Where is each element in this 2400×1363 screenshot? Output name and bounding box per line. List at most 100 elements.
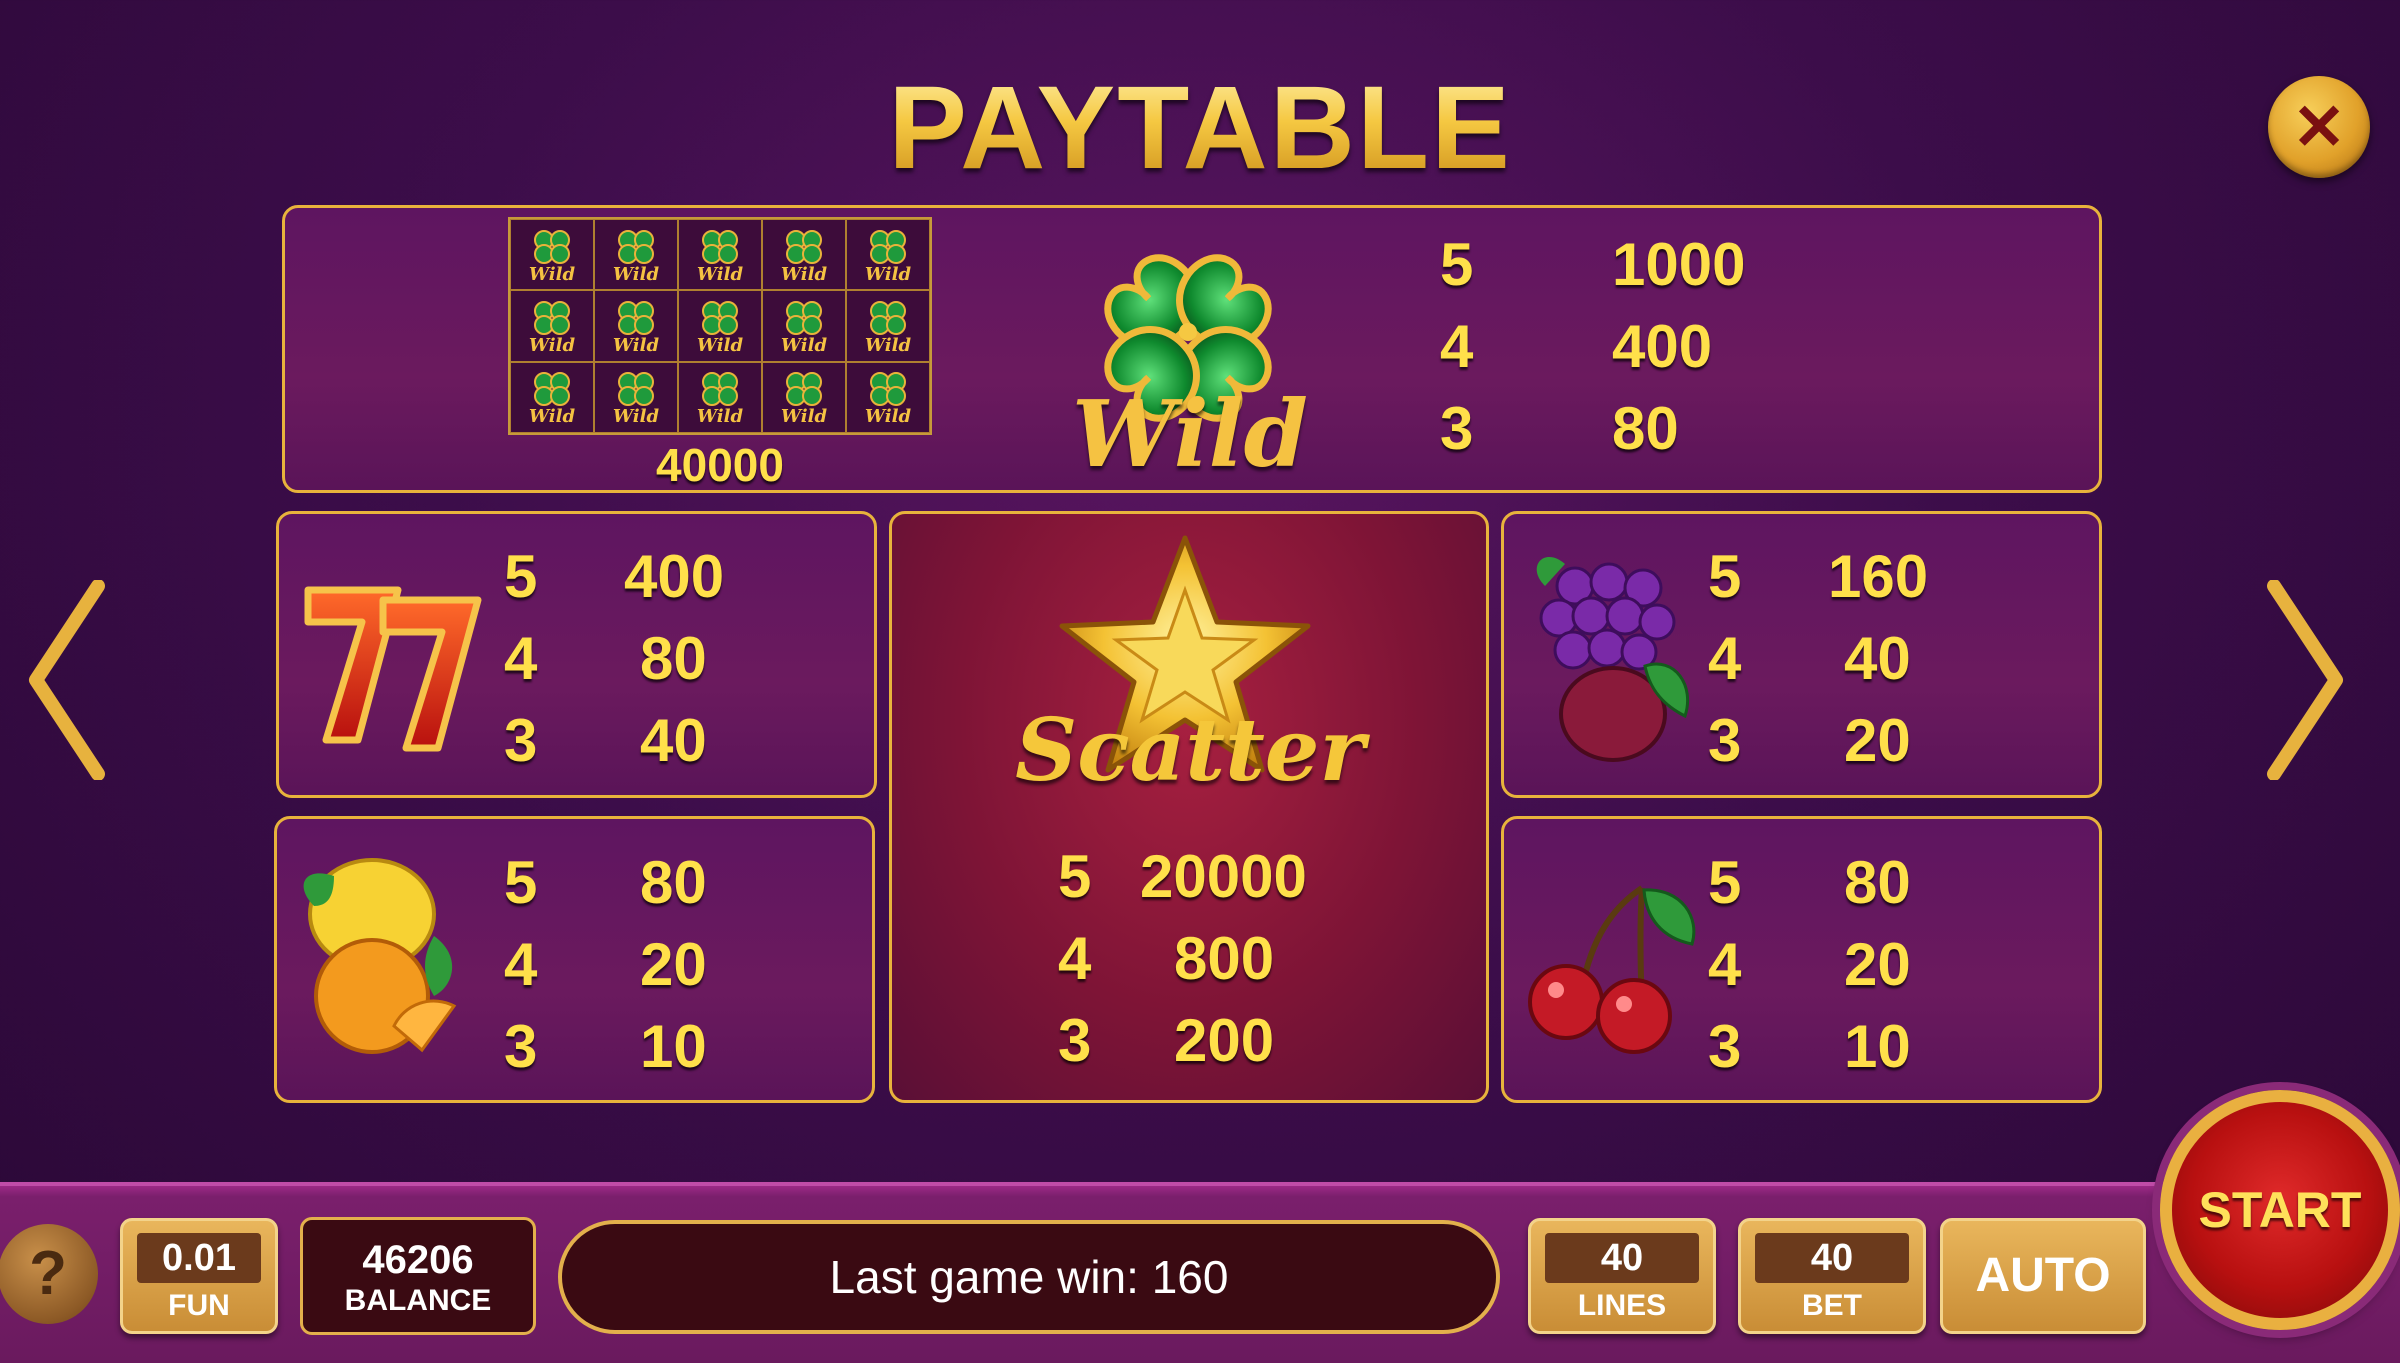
mini-wild-clover-icon: Wild [781, 300, 828, 356]
citrus-count-3: 3 [504, 1013, 538, 1080]
previous-page-arrow-icon[interactable] [26, 580, 106, 780]
seven-count-5: 5 [504, 543, 538, 610]
cherry-count-4: 4 [1708, 931, 1742, 998]
mini-wild-clover-icon: Wild [865, 229, 912, 285]
wild-label: Wild [1072, 380, 1308, 488]
bet-value: 40 [1755, 1233, 1909, 1283]
scatter-value-4: 800 [1174, 925, 1275, 992]
mini-wild-cell: Wild [678, 219, 762, 291]
mini-wild-cell: Wild [846, 290, 930, 362]
mini-wild-clover-icon: Wild [781, 372, 828, 427]
mini-wild-label: Wild [865, 406, 912, 427]
seven-value-3: 40 [640, 707, 707, 774]
mini-wild-label: Wild [781, 406, 828, 427]
next-page-arrow-icon[interactable] [2266, 580, 2346, 780]
mini-wild-label: Wild [781, 335, 828, 356]
cherry-icon [1528, 885, 1696, 1054]
scatter-count-4: 4 [1058, 925, 1092, 992]
cherry-value-4: 20 [1844, 931, 1911, 998]
mini-wild-clover-icon: Wild [697, 372, 744, 427]
help-button[interactable]: ? [0, 1224, 98, 1324]
mini-wild-cell: Wild [678, 290, 762, 362]
grapes-count-4: 4 [1708, 625, 1742, 692]
last-win-display: Last game win: 160 [558, 1220, 1500, 1334]
cherry-value-5: 80 [1844, 849, 1911, 916]
citrus-value-3: 10 [640, 1013, 707, 1080]
citrus-count-5: 5 [504, 849, 538, 916]
coin-value-button[interactable]: 0.01 FUN [120, 1218, 278, 1334]
mini-wild-cell: Wild [846, 361, 930, 433]
scatter-value-5: 20000 [1140, 843, 1307, 910]
bet-label: BET [1802, 1289, 1862, 1322]
mini-wild-cell: Wild [762, 290, 846, 362]
wild-value-4: 400 [1612, 313, 1713, 380]
mini-wild-clover-icon: Wild [529, 372, 576, 427]
mini-wild-cell: Wild [510, 290, 594, 362]
lines-value: 40 [1545, 1233, 1699, 1283]
mini-wild-label: Wild [613, 335, 660, 356]
mini-wild-label: Wild [865, 335, 912, 356]
citrus-count-4: 4 [504, 931, 538, 998]
mini-wild-cell: Wild [846, 219, 930, 291]
mini-wild-clover-icon: Wild [697, 300, 744, 356]
mini-wild-cell: Wild [762, 361, 846, 433]
mini-wild-label: Wild [697, 264, 744, 285]
wild-full-screen-payout: 40000 [656, 439, 784, 491]
scatter-count-3: 3 [1058, 1007, 1092, 1074]
mini-wild-clover-icon: Wild [781, 229, 828, 285]
citrus-value-5: 80 [640, 849, 707, 916]
mini-wild-cell: Wild [510, 219, 594, 291]
mini-wild-label: Wild [781, 264, 828, 285]
grapes-value-3: 20 [1844, 707, 1911, 774]
mini-wild-label: Wild [613, 406, 660, 427]
citrus-value-4: 20 [640, 931, 707, 998]
balance-label: BALANCE [344, 1284, 492, 1317]
mini-wild-label: Wild [865, 264, 912, 285]
close-icon: ✕ [2292, 90, 2346, 163]
scatter-count-5: 5 [1058, 843, 1092, 910]
lucky-seven-icon [304, 586, 482, 752]
mini-wild-label: Wild [529, 406, 576, 427]
start-button[interactable]: START [2160, 1090, 2400, 1330]
grapes-value-5: 160 [1828, 543, 1929, 610]
seven-count-3: 3 [504, 707, 538, 774]
wild-value-3: 80 [1612, 395, 1679, 462]
mini-wild-cell: Wild [594, 290, 678, 362]
mini-wild-cell: Wild [762, 219, 846, 291]
mini-wild-clover-icon: Wild [697, 229, 744, 285]
mini-wild-clover-icon: Wild [529, 229, 576, 285]
grapes-value-4: 40 [1844, 625, 1911, 692]
mini-wild-cell: Wild [678, 361, 762, 433]
page-title: PAYTABLE [0, 60, 2400, 196]
bet-button[interactable]: 40 BET [1738, 1218, 1926, 1334]
mini-wild-clover-icon: Wild [613, 300, 660, 356]
scatter-label: Scatter [1015, 700, 1365, 801]
wild-count-3: 3 [1440, 395, 1474, 462]
mini-wild-cell: Wild [594, 219, 678, 291]
mini-wild-label: Wild [697, 335, 744, 356]
grapes-count-5: 5 [1708, 543, 1742, 610]
lines-button[interactable]: 40 LINES [1528, 1218, 1716, 1334]
lines-label: LINES [1577, 1289, 1667, 1322]
mini-wild-label: Wild [529, 335, 576, 356]
auto-button[interactable]: AUTO [1940, 1218, 2146, 1334]
coin-value: 0.01 [137, 1233, 261, 1283]
balance-display: 46206 BALANCE [300, 1217, 536, 1335]
lemon-orange-icon [303, 858, 457, 1054]
mini-wild-label: Wild [613, 264, 660, 285]
grapes-plum-icon [1536, 556, 1690, 762]
close-button[interactable]: ✕ [2268, 76, 2370, 178]
seven-count-4: 4 [504, 625, 538, 692]
cherry-count-3: 3 [1708, 1013, 1742, 1080]
seven-value-5: 400 [624, 543, 725, 610]
mini-wild-clover-icon: Wild [613, 372, 660, 427]
mini-wild-label: Wild [529, 264, 576, 285]
cherry-value-3: 10 [1844, 1013, 1911, 1080]
coin-label: FUN [168, 1289, 230, 1322]
mini-wild-clover-icon: Wild [613, 229, 660, 285]
mini-wild-label: Wild [697, 406, 744, 427]
grapes-count-3: 3 [1708, 707, 1742, 774]
wild-value-5: 1000 [1612, 231, 1746, 298]
mini-wild-clover-icon: Wild [865, 372, 912, 427]
cherry-count-5: 5 [1708, 849, 1742, 916]
